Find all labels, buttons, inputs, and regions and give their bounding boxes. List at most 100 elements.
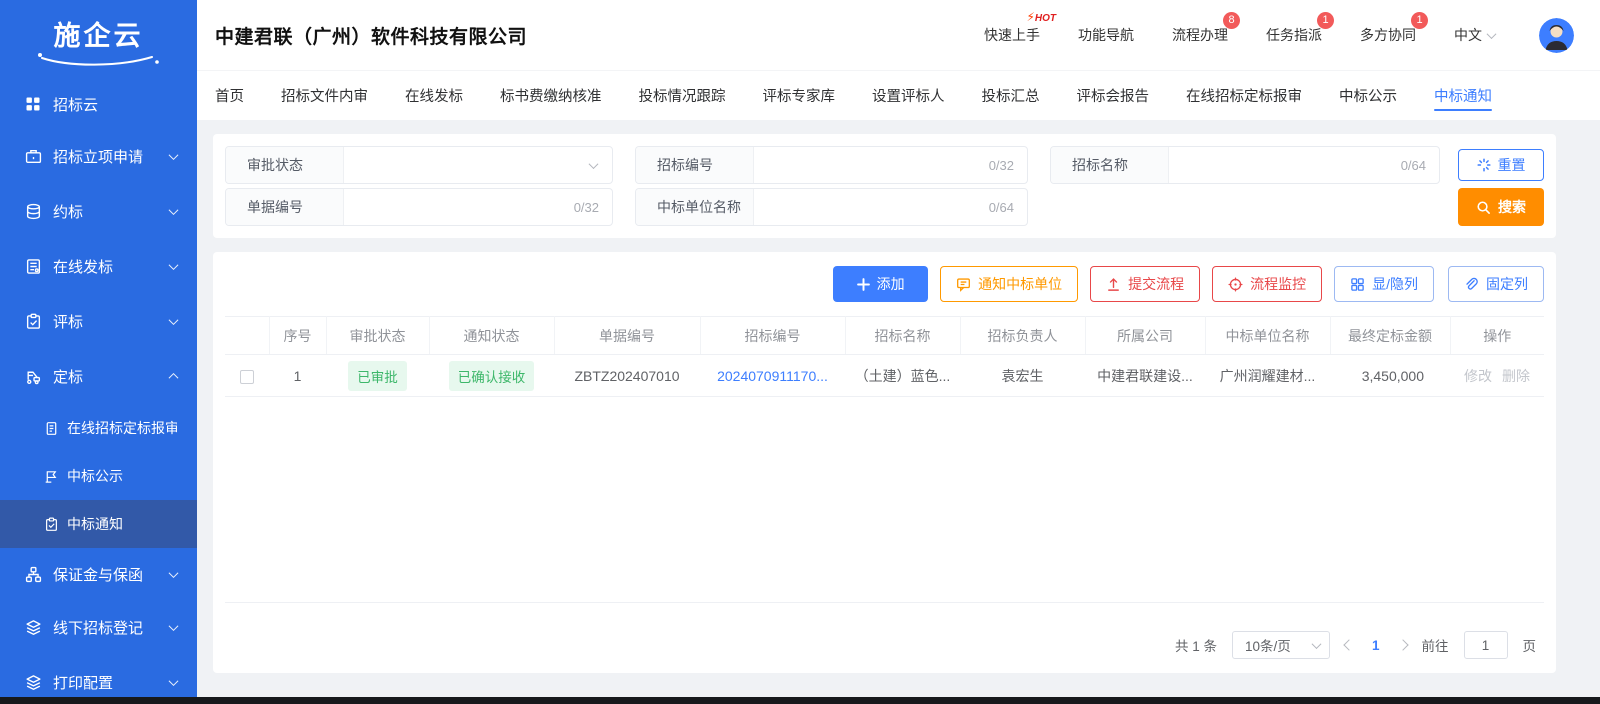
table-empty-space (225, 397, 1544, 603)
show-hide-columns-button[interactable]: 显/隐列 (1334, 266, 1434, 302)
nav-item-collaboration[interactable]: 多方协同 1 (1360, 12, 1428, 45)
search-row-2: 单据编号 0/32 中标单位名称 0/64 搜索 (225, 188, 1544, 226)
user-avatar[interactable] (1539, 17, 1574, 53)
layers-icon (24, 619, 42, 637)
pin-columns-label: 固定列 (1486, 276, 1528, 292)
header-notify-status: 通知状态 (429, 316, 555, 355)
sidebar-subitem-dingbiao-baoshen[interactable]: 在线招标定标报审 (0, 404, 197, 452)
tab-bid-tracking[interactable]: 投标情况跟踪 (639, 71, 726, 120)
database-icon (24, 203, 42, 221)
sidebar-item-label: 评标 (53, 314, 84, 331)
bid-number-input[interactable] (754, 147, 989, 183)
table-row: 1 已审批 已确认接收 ZBTZ202407010 2024070911170.… (225, 354, 1544, 397)
chevron-down-icon (168, 150, 179, 161)
edit-link[interactable]: 修改 (1464, 368, 1492, 384)
row-approval-status: 已审批 (326, 354, 429, 397)
count-badge: 8 (1223, 12, 1240, 29)
message-icon (957, 277, 971, 292)
company-title: 中建君联（广州）软件科技有限公司 (215, 26, 528, 48)
tab-award-publicity[interactable]: 中标公示 (1339, 71, 1397, 120)
char-counter: 0/32 (988, 157, 1014, 173)
flame-icon: ⚡ (1026, 10, 1035, 24)
submit-process-label: 提交流程 (1128, 276, 1185, 292)
tab-home[interactable]: 首页 (215, 71, 244, 120)
pin-columns-button[interactable]: 固定列 (1448, 266, 1544, 302)
tab-online-issue[interactable]: 在线发标 (405, 71, 463, 120)
doc-number-field[interactable]: 单据编号 0/32 (225, 188, 613, 226)
sidebar-item-pingbiao[interactable]: 评标 (0, 294, 197, 349)
process-monitor-button[interactable]: 流程监控 (1212, 266, 1323, 302)
sidebar-item-label: 线下招标登记 (53, 620, 144, 637)
bid-name-input[interactable] (1169, 147, 1401, 183)
tab-bid-summary[interactable]: 投标汇总 (982, 71, 1040, 120)
taskbar-edge (0, 697, 1600, 704)
sidebar-item-zhaobiaoyun[interactable]: 招标云 (0, 79, 197, 129)
bid-number-link[interactable]: 2024070911170... (717, 368, 828, 384)
document-icon (43, 420, 59, 436)
tab-doc-review[interactable]: 招标文件内审 (281, 71, 368, 120)
chevron-down-icon (1311, 638, 1322, 649)
search-button-label: 搜索 (1498, 199, 1526, 215)
briefcase-icon (24, 148, 42, 166)
tab-fee-approval[interactable]: 标书费缴纳核准 (500, 71, 602, 120)
sidebar-subitem-zhongbiao-gongshi[interactable]: 中标公示 (0, 452, 197, 500)
chevron-down-icon (588, 158, 599, 169)
goto-page-input[interactable] (1463, 631, 1508, 659)
page-size-label: 10条/页 (1244, 639, 1291, 654)
current-page[interactable]: 1 (1368, 638, 1384, 653)
submit-process-button[interactable]: 提交流程 (1090, 266, 1201, 302)
add-button[interactable]: 添加 (833, 266, 929, 302)
chevron-up-icon (168, 372, 179, 383)
search-button[interactable]: 搜索 (1458, 188, 1544, 226)
reset-button[interactable]: 重置 (1458, 149, 1544, 181)
sidebar-item-zaixianfabiao[interactable]: 在线发标 (0, 239, 197, 294)
tab-award-review[interactable]: 在线招标定标报审 (1186, 71, 1302, 120)
language-label: 中文 (1454, 27, 1482, 43)
bid-name-field[interactable]: 招标名称 0/64 (1050, 146, 1440, 184)
tab-bar: 首页 招标文件内审 在线发标 标书费缴纳核准 投标情况跟踪 评标专家库 设置评标… (197, 70, 1600, 120)
bid-number-field[interactable]: 招标编号 0/32 (635, 146, 1028, 184)
language-switcher[interactable]: 中文 (1454, 25, 1497, 45)
header-company: 所属公司 (1085, 316, 1206, 355)
doc-number-label: 单据编号 (226, 189, 344, 225)
sidebar-item-yuebiao[interactable]: 约标 (0, 184, 197, 239)
tab-evaluation-report[interactable]: 评标会报告 (1077, 71, 1150, 120)
sidebar-item-dayin[interactable]: 打印配置 (0, 655, 197, 697)
header-winner: 中标单位名称 (1205, 316, 1331, 355)
sidebar-subitem-zhongbiao-tongzhi[interactable]: 中标通知 (0, 500, 197, 548)
avatar-image-icon (1539, 17, 1574, 53)
winner-name-field[interactable]: 中标单位名称 0/64 (635, 188, 1028, 226)
prev-page-button[interactable] (1343, 639, 1355, 651)
doc-number-input[interactable] (344, 189, 574, 225)
winner-name-input[interactable] (754, 189, 989, 225)
nav-item-task-assign[interactable]: 任务指派 1 (1266, 12, 1334, 45)
sidebar-item-label: 打印配置 (53, 675, 114, 692)
sidebar-item-dingbiao[interactable]: 定标 (0, 349, 197, 404)
nav-item-function-nav[interactable]: 功能导航 (1078, 25, 1134, 45)
tab-award-notice[interactable]: 中标通知 (1434, 71, 1492, 120)
approval-status-field[interactable]: 审批状态 (225, 146, 613, 184)
document-list-icon (24, 258, 42, 276)
app-logo[interactable]: 施企云 (0, 0, 197, 75)
row-checkbox[interactable] (240, 369, 254, 384)
nav-item-quick-start[interactable]: 快速上手 ⚡HOT (984, 10, 1056, 45)
sidebar-item-lixiang[interactable]: 招标立项申请 (0, 129, 197, 184)
tab-expert-pool[interactable]: 评标专家库 (763, 71, 836, 120)
bid-name-label: 招标名称 (1051, 147, 1169, 183)
plus-icon (856, 277, 870, 291)
approval-status-select[interactable] (344, 147, 590, 183)
delete-link[interactable]: 删除 (1502, 368, 1530, 384)
row-bid-no: 2024070911170... (700, 354, 845, 397)
nav-item-process-handle[interactable]: 流程办理 8 (1172, 12, 1240, 45)
tab-set-evaluators[interactable]: 设置评标人 (872, 71, 945, 120)
notify-winner-button[interactable]: 通知中标单位 (940, 266, 1079, 302)
row-winner: 广州润耀建材... (1205, 354, 1330, 397)
sidebar-item-xianxia[interactable]: 线下招标登记 (0, 600, 197, 655)
layers-icon (24, 674, 42, 692)
results-table: 序号 审批状态 通知状态 单据编号 招标编号 招标名称 招标负责人 所属公司 中… (225, 316, 1544, 397)
search-row-1: 审批状态 招标编号 0/32 招标名称 0/64 重置 (225, 146, 1544, 184)
next-page-button[interactable] (1396, 639, 1409, 651)
page-size-select[interactable]: 10条/页 (1231, 631, 1330, 659)
row-manager: 袁宏生 (960, 354, 1085, 397)
sidebar-item-baozhengjin[interactable]: 保证金与保函 (0, 548, 197, 600)
